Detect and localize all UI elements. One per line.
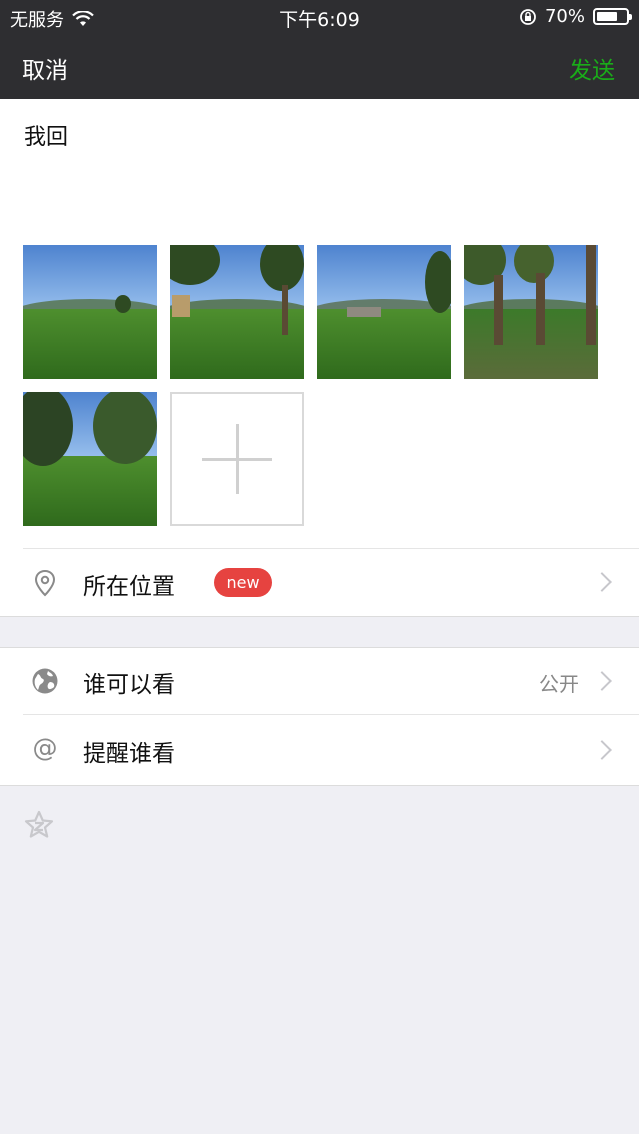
battery-fill [597, 12, 617, 21]
photo-thumbnail-5[interactable] [23, 392, 157, 526]
chevron-right-icon [592, 572, 612, 592]
battery-icon [593, 8, 632, 25]
status-bar: 无服务 下午6:09 70% [0, 0, 639, 34]
status-right: 70% [519, 6, 632, 27]
new-badge: new [214, 568, 272, 597]
battery-percent: 70% [544, 6, 585, 27]
settings-group: 谁可以看 公开 @ 提醒谁看 [0, 647, 639, 786]
rotation-lock-icon [520, 8, 536, 25]
location-pin-icon [34, 569, 56, 597]
add-photo-button[interactable] [170, 392, 304, 526]
visibility-label: 谁可以看 [83, 672, 175, 698]
location-label: 所在位置 [83, 574, 175, 600]
mention-label: 提醒谁看 [83, 741, 175, 767]
nav-bar: 取消 发送 [0, 34, 639, 99]
send-button[interactable]: 发送 [569, 51, 615, 85]
star-icon[interactable] [24, 810, 54, 840]
chevron-right-icon [592, 671, 612, 691]
mention-row[interactable]: @ 提醒谁看 [0, 715, 639, 785]
photo-thumbnail-2[interactable] [170, 245, 304, 379]
location-row[interactable]: 所在位置 new [0, 549, 639, 615]
photo-thumbnail-1[interactable] [23, 245, 157, 379]
at-icon: @ [32, 733, 58, 762]
compose-panel: 我回 所在位置 new [0, 99, 639, 616]
photo-thumbnail-3[interactable] [317, 245, 451, 379]
chevron-right-icon [592, 740, 612, 760]
cancel-button[interactable]: 取消 [22, 51, 68, 85]
visibility-value: 公开 [539, 672, 579, 696]
photo-thumbnail-4[interactable] [464, 245, 598, 379]
globe-icon [32, 668, 58, 694]
post-text-input[interactable]: 我回 [24, 119, 68, 151]
visibility-row[interactable]: 谁可以看 公开 [0, 647, 639, 715]
